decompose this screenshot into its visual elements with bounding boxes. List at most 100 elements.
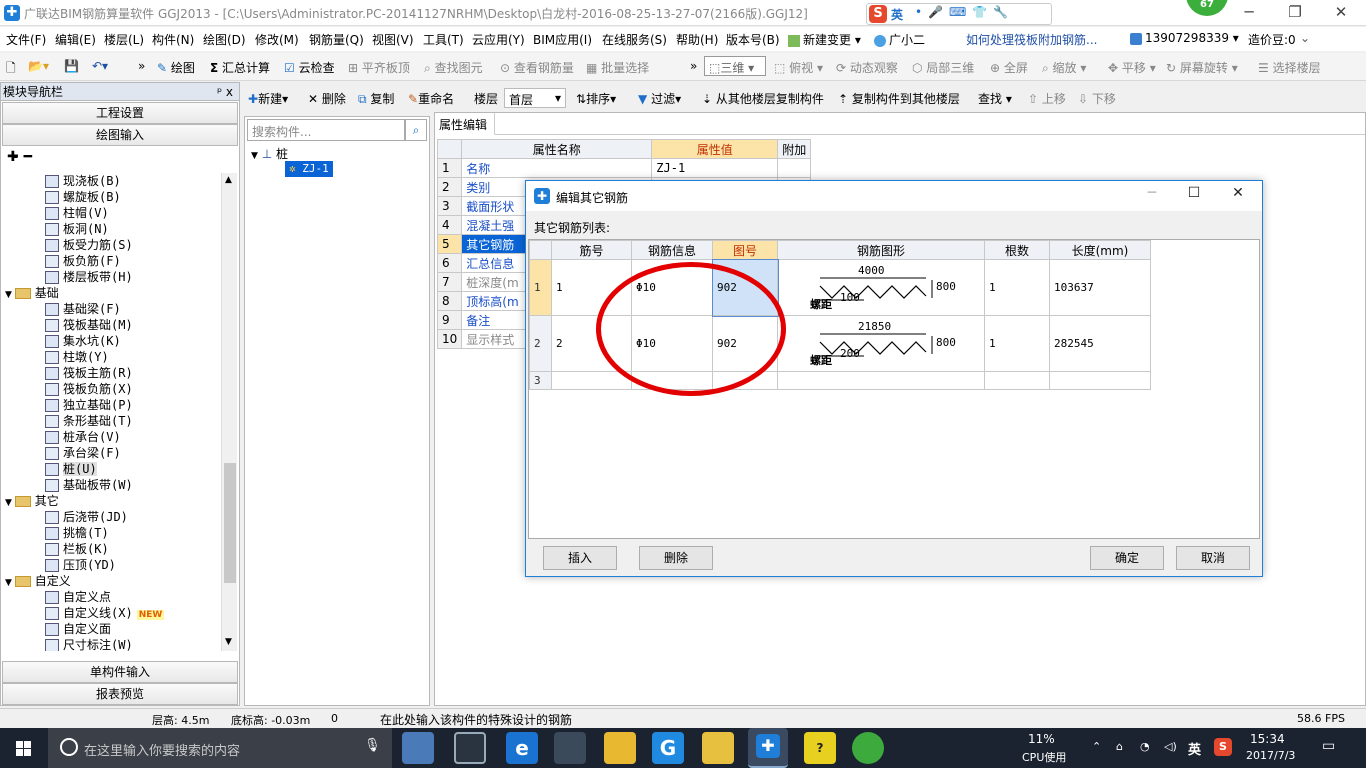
tree-item[interactable]: 板洞(N) [45, 221, 109, 237]
file-explorer-icon[interactable] [604, 732, 636, 764]
dynamic-view-button[interactable]: ⟳ 动态观察 [836, 59, 898, 76]
dialog-delete-button[interactable]: 删除 [639, 546, 713, 570]
menu-new-change[interactable]: 新建变更 ▾ [788, 31, 861, 48]
ok-button[interactable]: 确定 [1090, 546, 1164, 570]
tree-item[interactable]: 压顶(YD) [45, 557, 116, 573]
new-file-icon[interactable]: 🗋 [6, 59, 16, 80]
pin-icon[interactable]: ᵖ x [217, 83, 233, 101]
more-chevron-icon-2[interactable]: » [690, 59, 697, 73]
tab-property-edit[interactable]: 属性编辑 [435, 113, 495, 135]
tree-item[interactable]: 后浇带(JD) [45, 509, 128, 525]
filter-button[interactable]: ▼ 过滤▾ [638, 90, 681, 107]
rebar-shape[interactable] [777, 371, 985, 390]
green-app-icon[interactable] [852, 732, 884, 764]
draw-button[interactable]: ✎ 绘图 [157, 59, 195, 76]
batch-select-button[interactable]: ▦ 批量选择 [586, 59, 649, 76]
menu-rebar[interactable]: 钢筋量(Q) [309, 31, 364, 48]
menu-draw[interactable]: 绘图(D) [203, 31, 246, 48]
draw-input-button[interactable]: 绘图输入 [2, 124, 238, 146]
move-down-button[interactable]: ⇩ 下移 [1078, 90, 1116, 107]
rotate-button[interactable]: ↻ 屏幕旋转 ▾ [1166, 59, 1238, 76]
tree-item[interactable]: 筏板主筋(R) [45, 365, 133, 381]
ime-tools-icon[interactable]: •🎤⌨👕🔧 [915, 5, 1014, 19]
rename-button[interactable]: ✎重命名 [408, 90, 454, 107]
user-account[interactable]: 13907298339 ▾ [1130, 31, 1239, 45]
tree-item[interactable]: 承台梁(F) [45, 445, 121, 461]
tree-group[interactable]: ▼ 自定义 [5, 573, 71, 589]
search-input[interactable]: 搜索构件... [247, 119, 405, 141]
tree-group[interactable]: ▼ 其它 [5, 493, 59, 509]
cloud-check-button[interactable]: ☑ 云检查 [284, 59, 335, 76]
rebar-length[interactable] [1049, 371, 1151, 390]
more-chevron-icon[interactable]: » [138, 59, 145, 73]
tree-item[interactable]: 柱帽(V) [45, 205, 109, 221]
move-up-button[interactable]: ⇧ 上移 [1028, 90, 1066, 107]
view-rebar-button[interactable]: ⊙ 查看钢筋量 [500, 59, 574, 76]
project-settings-button[interactable]: 工程设置 [2, 102, 238, 124]
tree-item[interactable]: 楼层板带(H) [45, 269, 133, 285]
glodon-g-icon[interactable]: G [652, 732, 684, 764]
rebar-row-number[interactable]: 3 [529, 371, 552, 390]
new-component-button[interactable]: ✚新建▾ [248, 90, 288, 107]
dialog-close-button[interactable]: ✕ [1218, 185, 1258, 209]
windows-start-icon[interactable] [0, 728, 48, 768]
app-icon-1[interactable] [454, 732, 486, 764]
scroll-thumb[interactable] [224, 463, 236, 583]
rebar-count[interactable]: 1 [984, 315, 1050, 372]
menu-cloud[interactable]: 云应用(Y) [472, 31, 525, 48]
find-element-button[interactable]: ⌕ 查找图元 [424, 59, 483, 76]
insert-button[interactable]: 插入 [543, 546, 617, 570]
copy-to-floor-button[interactable]: ⇡ 复制构件到其他楼层 [838, 90, 960, 107]
clock-time[interactable]: 15:34 [1250, 732, 1285, 746]
tree-item[interactable]: 基础梁(F) [45, 301, 121, 317]
tray-up-chevron-icon[interactable]: ⌃ [1092, 740, 1101, 753]
rebar-no[interactable] [551, 371, 632, 390]
rebar-shape[interactable]: 21850 800 螺距 200 [777, 315, 985, 372]
copy-component-button[interactable]: ⧉ 复制 [358, 90, 394, 107]
zoom-button[interactable]: ⌕ 缩放 ▾ [1042, 59, 1086, 76]
ime-toolbar[interactable]: S 英 •🎤⌨👕🔧 [866, 3, 1052, 25]
tree-item[interactable]: 螺旋板(B) [45, 189, 121, 205]
menu-tools[interactable]: 工具(T) [423, 31, 464, 48]
open-folder-icon[interactable]: 📂▾ [28, 59, 49, 73]
tree-item[interactable]: 集水坑(K) [45, 333, 121, 349]
sort-button[interactable]: ⇅排序▾ [576, 90, 616, 107]
sogou-tray-icon[interactable]: S [1214, 738, 1232, 756]
tree-root[interactable]: ▼ ⊥ 桩 [251, 145, 288, 162]
tree-item[interactable]: 筏板基础(M) [45, 317, 133, 333]
pan-button[interactable]: ✥ 平移 ▾ [1108, 59, 1156, 76]
menu-modify[interactable]: 修改(M) [255, 31, 299, 48]
undo-icon[interactable]: ↶▾ [92, 59, 108, 73]
cancel-button[interactable]: 取消 [1176, 546, 1250, 570]
rebar-row-number[interactable]: 1 [529, 259, 552, 316]
help-app-icon[interactable]: ? [804, 732, 836, 764]
task-view-icon[interactable] [402, 732, 434, 764]
sogou-icon[interactable]: S [869, 5, 887, 23]
tree-item[interactable]: 现浇板(B) [45, 173, 121, 189]
rebar-shape[interactable]: 4000 800 螺距 100 [777, 259, 985, 316]
dialog-minimize-button[interactable]: ─ [1132, 185, 1172, 209]
tree-item[interactable]: 独立基础(P) [45, 397, 133, 413]
tree-item[interactable]: 自定义点 [45, 589, 111, 605]
menu-edit[interactable]: 编辑(E) [55, 31, 96, 48]
tray-network-icon[interactable]: ⌂ [1116, 740, 1123, 753]
select-floor-button[interactable]: ☰ 选择楼层 [1258, 59, 1321, 76]
local-3d-button[interactable]: ⬡ 局部三维 [912, 59, 974, 76]
component-item-selected[interactable]: ✲ ZJ-1 [285, 161, 333, 177]
view-mode-select[interactable]: ⬚三维 ▾ [704, 56, 766, 76]
minimize-button[interactable]: ─ [1226, 0, 1272, 26]
menu-file[interactable]: 文件(F) [6, 31, 46, 48]
notification-icon[interactable]: ▭ [1322, 738, 1335, 754]
menu-floor[interactable]: 楼层(L) [104, 31, 144, 48]
align-slab-button[interactable]: ⊞ 平齐板顶 [348, 59, 410, 76]
notes-icon[interactable] [702, 732, 734, 764]
rebar-count[interactable] [984, 371, 1050, 390]
help-link[interactable]: 如何处理筏板附加钢筋... [966, 31, 1097, 48]
tree-item[interactable]: 挑檐(T) [45, 525, 109, 541]
menu-help[interactable]: 帮助(H) [676, 31, 718, 48]
rebar-length[interactable]: 103637 [1049, 259, 1151, 316]
tree-item[interactable]: 尺寸标注(W) [45, 637, 133, 651]
search-icon[interactable]: ⌕ [405, 119, 427, 141]
collapse-icon[interactable]: ▼ [5, 290, 15, 300]
menu-assistant[interactable]: 广小二 [874, 31, 925, 48]
